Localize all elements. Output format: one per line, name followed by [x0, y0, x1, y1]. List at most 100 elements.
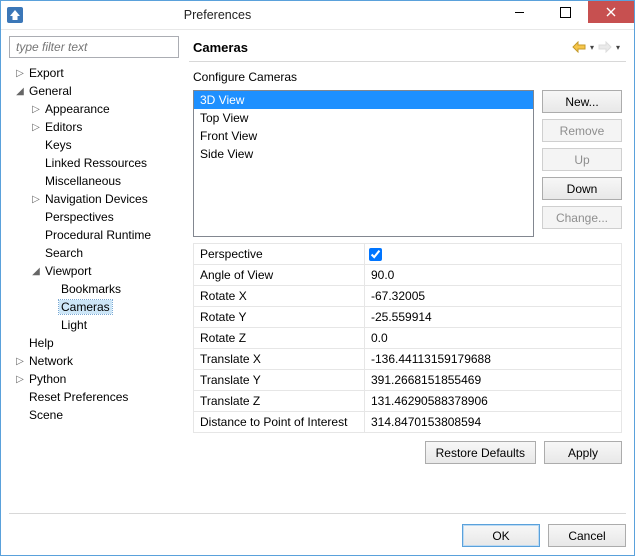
apply-button[interactable]: Apply [544, 441, 622, 464]
property-value [364, 370, 621, 390]
tree-item-label: Export [27, 66, 66, 80]
tree-item[interactable]: Reset Preferences [9, 388, 179, 406]
tree-item[interactable]: Linked Ressources [9, 154, 179, 172]
preference-tree[interactable]: ▷Export◢General▷Appearance▷EditorsKeysLi… [9, 64, 179, 505]
property-input[interactable] [365, 391, 621, 411]
tree-item[interactable]: Help [9, 334, 179, 352]
tree-item[interactable]: Perspectives [9, 208, 179, 226]
tree-item[interactable]: Light [9, 316, 179, 334]
property-label: Translate Z [194, 391, 364, 411]
property-label: Angle of View [194, 265, 364, 285]
down-button[interactable]: Down [542, 177, 622, 200]
tree-item-label: Procedural Runtime [43, 228, 153, 242]
back-button[interactable] [571, 39, 587, 55]
close-icon [606, 7, 616, 17]
filter-box[interactable] [9, 36, 179, 58]
page-title: Cameras [193, 40, 571, 55]
tree-item[interactable]: ▷Export [9, 64, 179, 82]
property-row: Rotate X [194, 286, 621, 307]
camera-list[interactable]: 3D ViewTop ViewFront ViewSide View [193, 90, 534, 237]
restore-defaults-button[interactable]: Restore Defaults [425, 441, 536, 464]
tree-item-label: Scene [27, 408, 65, 422]
tree-twisty-icon[interactable]: ▷ [13, 356, 27, 367]
tree-item-label: Bookmarks [59, 282, 123, 296]
new-button[interactable]: New... [542, 90, 622, 113]
tree-item[interactable]: ▷Python [9, 370, 179, 388]
property-label: Perspective [194, 244, 364, 264]
page-buttons: Restore Defaults Apply [189, 433, 626, 464]
close-button[interactable] [588, 1, 634, 23]
camera-list-row: 3D ViewTop ViewFront ViewSide View New..… [193, 90, 622, 237]
tree-twisty-icon[interactable]: ▷ [29, 122, 43, 133]
tree-twisty-icon[interactable]: ◢ [13, 86, 27, 97]
tree-item[interactable]: Search [9, 244, 179, 262]
tree-item-label: Viewport [43, 264, 93, 278]
property-input[interactable] [365, 412, 621, 432]
property-input[interactable] [365, 265, 621, 285]
tree-item-label: Cameras [59, 300, 112, 314]
dialog-footer: OK Cancel [9, 513, 626, 547]
property-label: Translate X [194, 349, 364, 369]
property-row: Translate Z [194, 391, 621, 412]
tree-item[interactable]: ◢General [9, 82, 179, 100]
property-input[interactable] [365, 307, 621, 327]
arrow-left-icon [572, 41, 586, 53]
forward-button[interactable] [597, 39, 613, 55]
tree-item[interactable]: Bookmarks [9, 280, 179, 298]
page-subtitle: Configure Cameras [189, 62, 626, 90]
tree-twisty-icon[interactable]: ▷ [29, 104, 43, 115]
dialog-body: ▷Export◢General▷Appearance▷EditorsKeysLi… [1, 30, 634, 505]
tree-twisty-icon[interactable]: ▷ [13, 68, 27, 79]
property-label: Rotate Y [194, 307, 364, 327]
filter-input[interactable] [14, 39, 174, 55]
property-row: Perspective [194, 244, 621, 265]
property-checkbox[interactable] [369, 248, 382, 261]
tree-item[interactable]: ▷Appearance [9, 100, 179, 118]
tree-item[interactable]: ▷Editors [9, 118, 179, 136]
tree-item-label: Network [27, 354, 75, 368]
tree-item[interactable]: ◢Viewport [9, 262, 179, 280]
tree-item-label: Appearance [43, 102, 112, 116]
tree-item-label: General [27, 84, 74, 98]
property-input[interactable] [365, 286, 621, 306]
tree-twisty-icon[interactable]: ▷ [13, 374, 27, 385]
forward-menu[interactable]: ▾ [614, 39, 622, 55]
tree-item[interactable]: Keys [9, 136, 179, 154]
tree-item[interactable]: Procedural Runtime [9, 226, 179, 244]
property-value [364, 244, 621, 264]
tree-item-label: Perspectives [43, 210, 116, 224]
maximize-button[interactable] [542, 1, 588, 23]
property-input[interactable] [365, 370, 621, 390]
tree-item[interactable]: Miscellaneous [9, 172, 179, 190]
property-row: Translate Y [194, 370, 621, 391]
property-label: Distance to Point of Interest [194, 412, 364, 432]
camera-buttons: New... Remove Up Down Change... [542, 90, 622, 237]
tree-item[interactable]: Cameras [9, 298, 179, 316]
window-title: Preferences [29, 8, 496, 22]
tree-item-label: Keys [43, 138, 74, 152]
camera-item[interactable]: Front View [194, 127, 533, 145]
tree-item-label: Search [43, 246, 85, 260]
property-row: Distance to Point of Interest [194, 412, 621, 432]
title-bar: Preferences [1, 1, 634, 30]
camera-item[interactable]: Side View [194, 145, 533, 163]
minimize-button[interactable] [496, 1, 542, 23]
app-icon [7, 7, 23, 23]
property-input[interactable] [365, 328, 621, 348]
tree-item-label: Python [27, 372, 68, 386]
camera-item[interactable]: 3D View [194, 91, 533, 109]
window-controls [496, 1, 634, 23]
property-input[interactable] [365, 349, 621, 369]
ok-button[interactable]: OK [462, 524, 540, 547]
tree-item[interactable]: ▷Navigation Devices [9, 190, 179, 208]
tree-item[interactable]: Scene [9, 406, 179, 424]
history-nav: ▾ ▾ [571, 39, 622, 55]
back-menu[interactable]: ▾ [588, 39, 596, 55]
tree-twisty-icon[interactable]: ◢ [29, 266, 43, 277]
tree-item[interactable]: ▷Network [9, 352, 179, 370]
page-header: Cameras ▾ ▾ [189, 36, 626, 62]
property-value [364, 391, 621, 411]
cancel-button[interactable]: Cancel [548, 524, 626, 547]
camera-item[interactable]: Top View [194, 109, 533, 127]
tree-twisty-icon[interactable]: ▷ [29, 194, 43, 205]
